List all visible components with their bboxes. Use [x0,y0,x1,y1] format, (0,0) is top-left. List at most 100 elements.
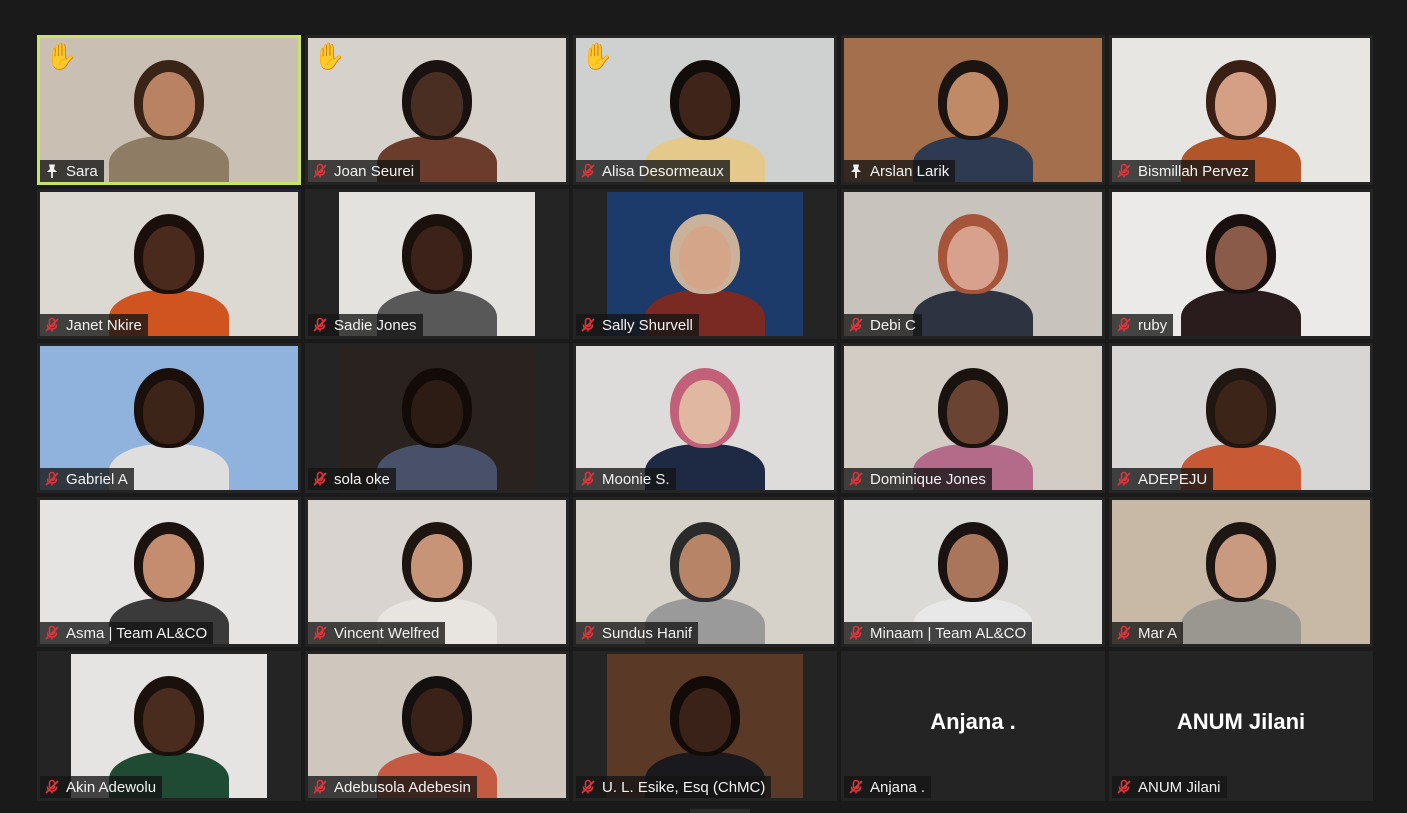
participant-face [947,226,999,290]
participant-tile[interactable]: Vincent Welfred [305,497,569,647]
participant-name-bar: Debi C [844,314,922,336]
participant-name: Sadie Jones [334,316,417,334]
participant-name: ANUM Jilani [1138,778,1221,796]
participant-tile[interactable]: Sadie Jones [305,189,569,339]
participant-torso [1181,598,1301,644]
participant-name-bar: Sundus Hanif [576,622,699,644]
participant-tile[interactable]: ruby [1109,189,1373,339]
participant-name-bar: Gabriel A [40,468,134,490]
participant-name: Sundus Hanif [602,624,693,642]
participant-face [1215,72,1267,136]
participant-tile[interactable]: Gabriel A [37,343,301,493]
participant-name: Janet Nkire [66,316,142,334]
participant-tile[interactable]: Akin Adewolu [37,651,301,801]
participant-tile[interactable]: ADEPEJU [1109,343,1373,493]
participant-name: U. L. Esike, Esq (ChMC) [602,778,766,796]
participant-display-name: ANUM Jilani [1176,709,1306,734]
participant-tile[interactable]: Arslan Larik [841,35,1105,185]
participant-tile[interactable]: ✋ Joan Seurei [305,35,569,185]
participant-name-bar: Sara [40,160,104,182]
participant-name-bar: Bismillah Pervez [1112,160,1255,182]
participant-name-bar: Anjana . [844,776,932,798]
participant-name: Gabriel A [66,470,128,488]
participant-name: Alisa Desormeaux [602,162,724,180]
mic-muted-icon [44,471,60,487]
participant-face [947,380,999,444]
participant-face [143,226,195,290]
participant-name: Akin Adewolu [66,778,157,796]
participant-tile[interactable]: Anjana . Anjana . [841,651,1105,801]
participant-tile[interactable]: Debi C [841,189,1105,339]
participant-name: ADEPEJU [1138,470,1208,488]
participant-face [411,380,463,444]
participant-figure [1161,192,1321,336]
participant-name: Arslan Larik [870,162,950,180]
participant-tile[interactable]: ✋ Sara [37,35,301,185]
participant-name-bar: Joan Seurei [308,160,421,182]
participant-tile[interactable]: ✋ Alisa Desormeaux [573,35,837,185]
participant-tile[interactable]: Sally Shurvell [573,189,837,339]
mic-muted-icon [312,625,328,641]
participant-name: Mar A [1138,624,1178,642]
participant-name-bar: Mar A [1112,622,1184,644]
raised-hand-icon: ✋ [581,41,614,71]
participant-name: Sally Shurvell [602,316,693,334]
participant-face [411,534,463,598]
participant-name-bar: Sally Shurvell [576,314,699,336]
participant-name-bar: Arslan Larik [844,160,956,182]
mic-muted-icon [44,625,60,641]
participant-name: Joan Seurei [334,162,415,180]
participant-name: Sara [66,162,98,180]
participant-torso [1181,290,1301,336]
participant-tile[interactable]: Sundus Hanif [573,497,837,647]
participant-name-bar: Sadie Jones [308,314,423,336]
participant-tile[interactable]: Moonie S. [573,343,837,493]
participant-name-bar: Dominique Jones [844,468,992,490]
participant-name-bar: Alisa Desormeaux [576,160,730,182]
pin-icon[interactable] [848,163,864,179]
mic-muted-icon [848,625,864,641]
participant-name-bar: Minaam | Team AL&CO [844,622,1033,644]
participant-tile[interactable]: Adebusola Adebesin [305,651,569,801]
participant-tile[interactable]: Minaam | Team AL&CO [841,497,1105,647]
participant-name-bar: Moonie S. [576,468,676,490]
participant-name-bar: Vincent Welfred [308,622,446,644]
participant-face [679,380,731,444]
participant-face [947,72,999,136]
participant-tile[interactable]: Bismillah Pervez [1109,35,1373,185]
participant-face [679,72,731,136]
participant-tile[interactable]: ANUM Jilani ANUM Jilani [1109,651,1373,801]
participant-face [1215,534,1267,598]
mic-muted-icon [580,317,596,333]
mic-muted-icon [1116,625,1132,641]
raised-hand-icon: ✋ [313,41,346,71]
participant-name: Vincent Welfred [334,624,440,642]
participant-face [143,534,195,598]
mic-muted-icon [848,471,864,487]
mic-muted-icon [44,779,60,795]
pin-icon[interactable] [44,163,60,179]
participant-name: Debi C [870,316,916,334]
participant-face [947,534,999,598]
participant-face [679,534,731,598]
participant-tile[interactable]: Asma | Team AL&CO [37,497,301,647]
mic-muted-icon [580,163,596,179]
participant-tile[interactable]: U. L. Esike, Esq (ChMC) [573,651,837,801]
participant-face [1215,380,1267,444]
participant-torso [109,136,229,182]
participant-tile[interactable]: Dominique Jones [841,343,1105,493]
mic-muted-icon [580,779,596,795]
participant-face [679,688,731,752]
toolbar-handle[interactable] [690,809,750,813]
participant-display-name: Anjana . [930,709,1016,734]
mic-muted-icon [848,779,864,795]
participant-tile[interactable]: sola oke [305,343,569,493]
participant-name-bar: Adebusola Adebesin [308,776,477,798]
participant-tile[interactable]: Mar A [1109,497,1373,647]
participant-name-bar: ruby [1112,314,1174,336]
participant-tile[interactable]: Janet Nkire [37,189,301,339]
participant-name: ruby [1138,316,1168,334]
participant-name-bar: ANUM Jilani [1112,776,1227,798]
participant-figure [89,38,249,182]
participant-name: Adebusola Adebesin [334,778,471,796]
